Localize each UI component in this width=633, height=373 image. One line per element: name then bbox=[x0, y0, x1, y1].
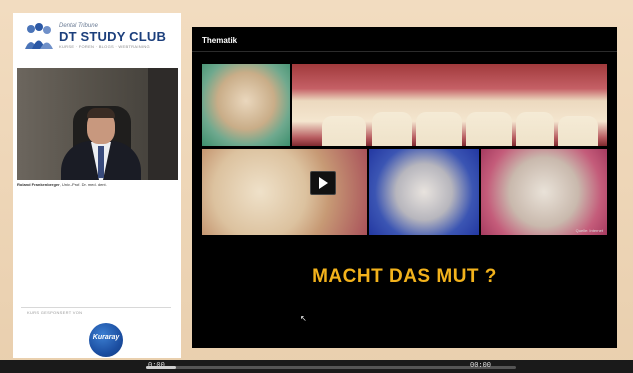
sponsor-divider bbox=[21, 307, 171, 308]
dt-study-club-logo: Dental Tribune DT STUDY CLUB KURSE · FOR… bbox=[19, 17, 179, 57]
presentation-slide: Thematik Quelle: Internet MACHT DAS MUT … bbox=[192, 27, 617, 348]
molar-photo bbox=[202, 64, 290, 146]
slide-section-title: Thematik bbox=[202, 36, 238, 45]
presenter-hair bbox=[87, 108, 115, 118]
front-teeth-photo bbox=[292, 64, 607, 146]
progress-fill bbox=[146, 366, 176, 369]
slide-headline: MACHT DAS MUT ? bbox=[312, 266, 497, 287]
brand-name: DT STUDY CLUB bbox=[59, 29, 167, 44]
sponsor-logo-text: Kuraray bbox=[92, 334, 120, 341]
progress-track[interactable] bbox=[146, 366, 516, 369]
posterior-teeth-photo bbox=[202, 149, 367, 235]
sponsor-logo[interactable]: Kuraray bbox=[89, 323, 123, 357]
presenter-caption: Roland Frankenberger, Univ.-Prof. Dr. me… bbox=[17, 182, 178, 187]
presenter-title: , Univ.-Prof. Dr. med. dent. bbox=[59, 182, 107, 187]
time-total: 00:00 bbox=[470, 362, 492, 370]
people-group-icon bbox=[25, 23, 53, 49]
video-shelf bbox=[148, 68, 178, 180]
play-icon[interactable] bbox=[310, 171, 336, 195]
presenter-tie bbox=[98, 146, 104, 178]
presenter-name: Roland Frankenberger bbox=[17, 182, 60, 187]
mouse-cursor-icon: ↖ bbox=[300, 314, 307, 323]
image-source-note: Quelle: Internet bbox=[575, 228, 603, 233]
brand-tagline: KURSE · FOREN · BLOGS · WEBTRAINING bbox=[59, 44, 150, 49]
player-control-bar: 0:00 00:00 bbox=[0, 360, 633, 373]
teeth-dam-blue-photo bbox=[369, 149, 479, 235]
teeth-restored-photo bbox=[481, 149, 607, 235]
sponsor-label: KURS GESPONSERT VON bbox=[27, 310, 83, 315]
presenter-webcam-video[interactable] bbox=[17, 68, 178, 180]
slide-title-rule bbox=[192, 51, 617, 52]
sidebar-panel: Dental Tribune DT STUDY CLUB KURSE · FOR… bbox=[13, 13, 181, 358]
